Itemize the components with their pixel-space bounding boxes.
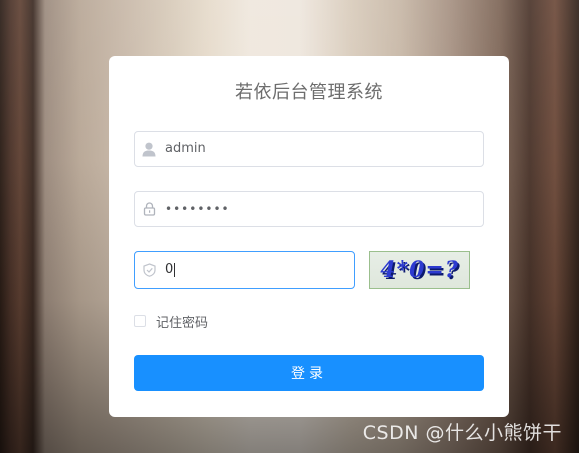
captcha-code-value: 0	[165, 262, 176, 277]
password-value: ••••••••	[165, 202, 230, 216]
watermark: CSDN @什么小熊饼干	[362, 422, 562, 444]
shield-icon	[141, 262, 157, 278]
login-button[interactable]: 登录	[134, 355, 484, 391]
username-value: admin	[165, 141, 206, 156]
user-icon	[141, 141, 157, 157]
login-button-label: 登录	[291, 366, 327, 382]
lock-icon	[141, 201, 157, 217]
captcha-image[interactable]: 4*0=?	[369, 251, 470, 289]
captcha-code-input[interactable]: 0	[134, 251, 355, 289]
page-title: 若依后台管理系统	[235, 82, 383, 103]
captcha-text: 4*0=?	[380, 257, 459, 283]
login-form: 若依后台管理系统 admin •••••••• 0 4*0=? 记住密码 登录	[109, 56, 509, 417]
remember-label: 记住密码	[156, 315, 209, 331]
username-field[interactable]: admin	[134, 131, 484, 167]
remember-me[interactable]: 记住密码	[134, 313, 209, 331]
password-field[interactable]: ••••••••	[134, 191, 484, 227]
remember-checkbox[interactable]	[134, 315, 146, 327]
